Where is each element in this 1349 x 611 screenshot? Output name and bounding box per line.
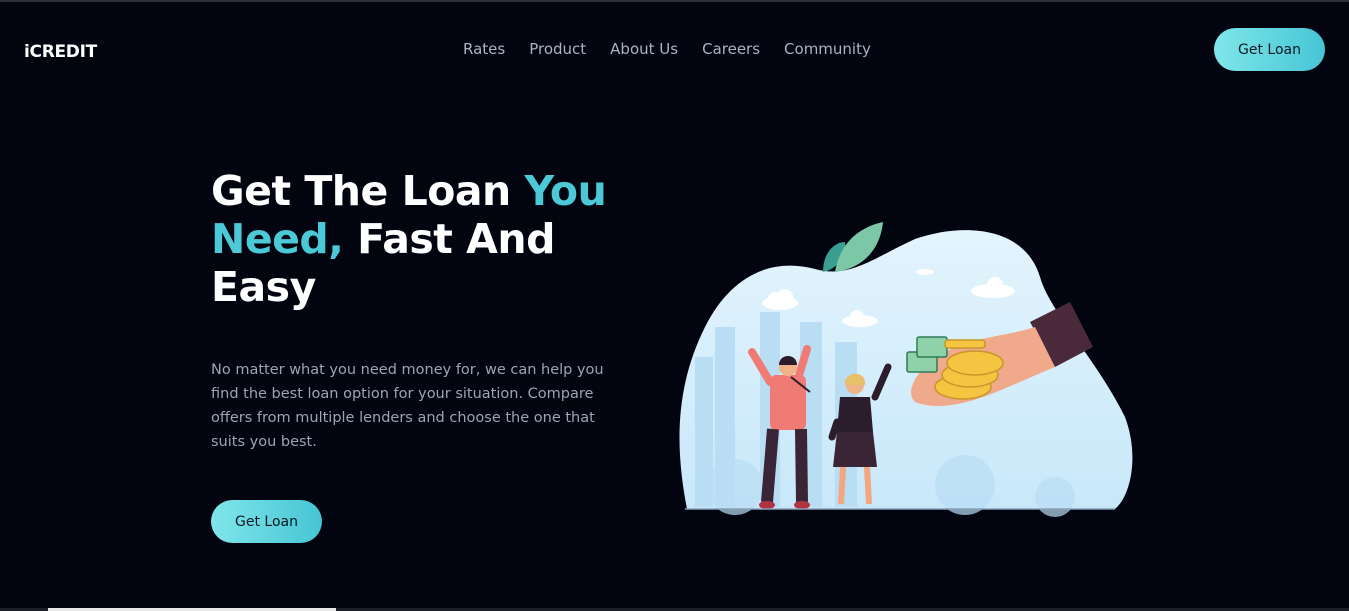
- page: iCREDIT Rates Product About Us Careers C…: [0, 0, 1349, 611]
- nav-item-community[interactable]: Community: [784, 40, 871, 58]
- nav-item-about-us[interactable]: About Us: [610, 40, 678, 58]
- header-get-loan-button[interactable]: Get Loan: [1214, 28, 1325, 71]
- hero-description: No matter what you need money for, we ca…: [211, 362, 604, 450]
- hero-get-loan-button[interactable]: Get Loan: [211, 500, 322, 543]
- nav-item-product[interactable]: Product: [529, 40, 586, 58]
- nav-item-rates[interactable]: Rates: [463, 40, 505, 58]
- hero-title-part1: Get The Loan: [211, 167, 525, 215]
- hero-title: Get The Loan You Need, Fast And Easy: [211, 167, 651, 311]
- main-nav: Rates Product About Us Careers Community: [463, 40, 871, 58]
- illustration-svg: [679, 222, 1133, 517]
- brand-logo[interactable]: iCREDIT: [24, 42, 97, 62]
- hero-illustration: [675, 217, 1145, 517]
- nav-item-careers[interactable]: Careers: [702, 40, 760, 58]
